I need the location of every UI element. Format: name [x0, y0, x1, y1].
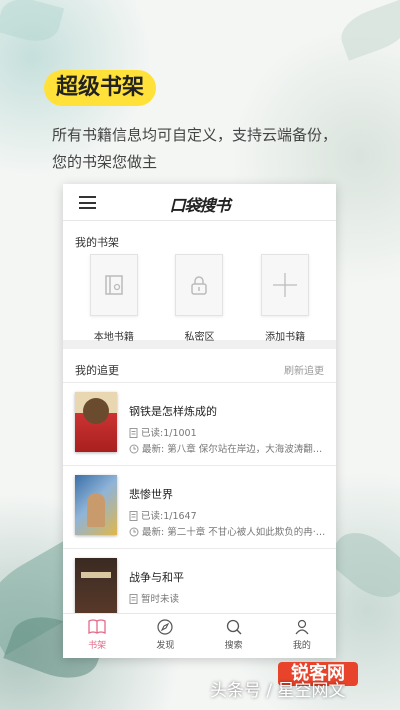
shelf-item-add-book[interactable]: 添加书籍 [250, 254, 320, 343]
shelf-grid: 本地书籍 私密区 添加书籍 [63, 254, 336, 343]
shelf-section-header: 我的书架 [63, 221, 336, 254]
book-latest-text: 最新: 第二十章 不甘心被人如此欺负的冉·阿让... [142, 527, 329, 538]
local-book-icon [105, 275, 123, 295]
watermark-text: 头条号 / 星空网文 [210, 681, 346, 701]
tab-label: 发现 [156, 641, 175, 651]
book-read-progress: 已读:1/1001 [129, 425, 329, 439]
plus-icon [273, 273, 298, 297]
tab-label: 书架 [88, 641, 107, 651]
tab-bookshelf[interactable]: 书架 [63, 614, 131, 658]
app-screen: 口袋搜书 我的书架 本地书籍 私密区 添加书籍 我的追更 刷新追更 钢铁是怎样炼… [63, 184, 336, 658]
book-read-text: 已读:1/1647 [141, 511, 197, 522]
book-latest-chapter: 最新: 第八章 保尔站在岸边，大海波涛翻滚... [129, 441, 329, 455]
book-icon [88, 619, 106, 635]
following-section-header: 我的追更 刷新追更 [63, 349, 336, 383]
book-cover [75, 558, 117, 618]
book-list-item[interactable]: 悲惨世界 已读:1/1647 最新: 第二十章 不甘心被人如此欺负的冉·阿让..… [63, 466, 336, 549]
tab-label: 搜索 [224, 641, 243, 651]
promo-title: 超级书架 [44, 70, 157, 106]
book-read-text: 暂时未读 [141, 594, 180, 605]
app-logo: 口袋搜书 [169, 196, 230, 215]
compass-icon [157, 619, 173, 635]
book-latest-chapter: 最新: 第二十章 不甘心被人如此欺负的冉·阿让... [129, 524, 329, 538]
book-read-progress: 暂时未读 [129, 591, 329, 605]
following-section-title: 我的追更 [75, 364, 119, 377]
app-topbar: 口袋搜书 [63, 184, 336, 221]
refresh-following-button[interactable]: 刷新追更 [284, 362, 324, 377]
promo-subtitle-line: 所有书籍信息均可自定义，支持云端备份， [52, 126, 338, 144]
promo-subtitle-line: 您的书架您做主 [52, 153, 158, 171]
shelf-item-local-books[interactable]: 本地书籍 [79, 254, 149, 343]
tab-discover[interactable]: 发现 [131, 614, 199, 658]
bottom-tab-bar: 书架 发现 搜索 我的 [63, 613, 336, 658]
user-icon [295, 619, 309, 635]
book-latest-text: 最新: 第八章 保尔站在岸边，大海波涛翻滚... [142, 444, 329, 455]
shelf-item-label: 私密区 [184, 332, 215, 343]
tab-profile[interactable]: 我的 [268, 614, 336, 658]
book-title: 悲惨世界 [129, 488, 173, 501]
book-cover [75, 392, 117, 452]
lock-icon [191, 276, 208, 295]
tab-search[interactable]: 搜索 [200, 614, 268, 658]
tab-label: 我的 [292, 641, 311, 651]
document-icon [129, 511, 138, 521]
shelf-item-label: 添加书籍 [265, 332, 306, 343]
book-title: 钢铁是怎样炼成的 [129, 405, 217, 418]
search-icon [226, 619, 242, 635]
shelf-item-label: 本地书籍 [93, 332, 134, 343]
document-icon [129, 594, 138, 604]
clock-icon [129, 444, 139, 454]
book-list-item[interactable]: 钢铁是怎样炼成的 已读:1/1001 最新: 第八章 保尔站在岸边，大海波涛翻滚… [63, 383, 336, 466]
shelf-section-title: 我的书架 [75, 236, 119, 249]
shelf-item-private[interactable]: 私密区 [164, 254, 234, 343]
book-title: 战争与和平 [129, 571, 184, 584]
clock-icon [129, 527, 139, 537]
document-icon [129, 428, 138, 438]
book-read-text: 已读:1/1001 [141, 428, 197, 439]
promo-subtitle: 所有书籍信息均可自定义，支持云端备份， 您的书架您做主 [52, 122, 372, 176]
book-read-progress: 已读:1/1647 [129, 508, 329, 522]
book-cover [75, 475, 117, 535]
